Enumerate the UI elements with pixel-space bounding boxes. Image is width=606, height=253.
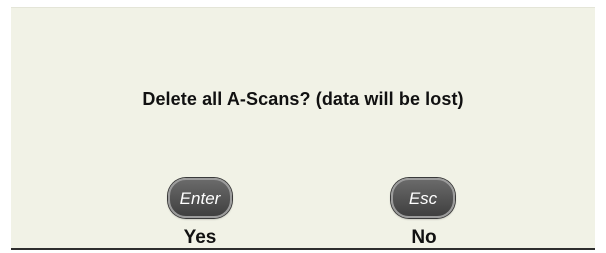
dialog-message: Delete all A-Scans? (data will be lost) — [142, 89, 464, 109]
enter-key-button[interactable]: Enter — [168, 178, 232, 218]
esc-key-button[interactable]: Esc — [391, 178, 455, 218]
confirmation-dialog: Delete all A-Scans? (data will be lost) … — [11, 7, 595, 249]
yes-label[interactable]: Yes — [160, 227, 240, 249]
no-label[interactable]: No — [384, 227, 464, 249]
bottom-divider — [11, 248, 595, 250]
enter-key-label: Enter — [179, 189, 221, 208]
esc-key-label: Esc — [408, 189, 438, 208]
